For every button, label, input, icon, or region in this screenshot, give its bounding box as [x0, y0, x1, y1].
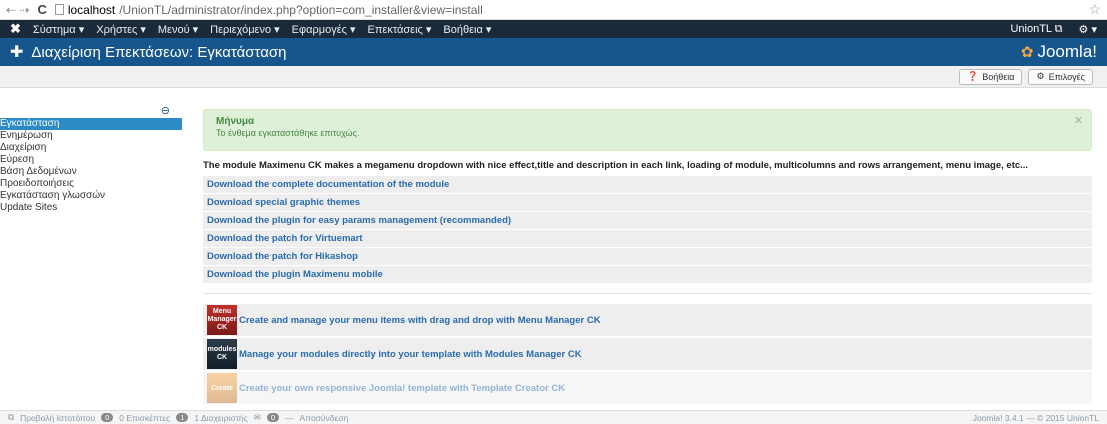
logout-link[interactable]: Αποσύνδεση — [300, 413, 349, 423]
menu-help[interactable]: Βοήθεια ▾ — [443, 23, 491, 36]
joomla-logo-icon[interactable]: ✖ — [10, 21, 21, 37]
admins-badge: 1 — [176, 413, 189, 422]
alert-message: Το ένθεμα εγκαταστάθηκε επιτυχώς. — [216, 128, 360, 138]
link-row: Download the complete documentation of t… — [203, 176, 1092, 193]
sidebar-item-install-languages[interactable]: Εγκατάσταση γλωσσών — [0, 190, 182, 202]
help-button-label: Βοήθεια — [982, 71, 1015, 82]
view-site-link[interactable]: Προβολή Ιστοτόπου — [20, 413, 95, 423]
joomla-brand-logo: ✿ Joomla! — [1021, 42, 1097, 62]
back-forward-icon[interactable]: ⇠ ⇢ — [6, 3, 29, 17]
menu-menus[interactable]: Μενού ▾ — [158, 23, 198, 36]
promo-menu-manager: Menu Manager CK Create and manage your m… — [203, 304, 1092, 336]
template-creator-ck-thumbnail[interactable]: Create — [207, 373, 237, 403]
reload-icon[interactable]: C — [37, 2, 46, 17]
sidebar-item-discover[interactable]: Εύρεση — [0, 154, 182, 166]
visitors-label: 0 Επισκέπτες — [119, 412, 171, 423]
status-bar: ⧉ Προβολή Ιστοτόπου 0 0 Επισκέπτες 1 1 Δ… — [0, 410, 1107, 424]
content: ✕ Μήνυμα Το ένθεμα εγκαταστάθηκε επιτυχώ… — [203, 104, 1092, 406]
sidebar: ⊖ Εγκατάσταση Ενημέρωση Διαχείριση Εύρεσ… — [0, 104, 182, 214]
link-row: Download special graphic themes — [203, 194, 1092, 211]
download-virtuemart-patch-link[interactable]: Download the patch for Virtuemart — [207, 233, 363, 244]
bookmark-star-icon[interactable]: ☆ — [1088, 1, 1101, 18]
menu-manager-ck-thumbnail[interactable]: Menu Manager CK — [207, 305, 237, 335]
download-hikashop-patch-link[interactable]: Download the patch for Hikashop — [207, 251, 358, 262]
url-host: localhost — [67, 2, 116, 17]
download-themes-link[interactable]: Download special graphic themes — [207, 197, 360, 208]
download-params-plugin-link[interactable]: Download the plugin for easy params mana… — [207, 215, 511, 226]
help-button[interactable]: ❓ Βοήθεια — [959, 68, 1023, 85]
alert-heading: Μήνυμα — [216, 116, 255, 127]
link-row: Download the patch for Hikashop — [203, 248, 1092, 265]
site-link[interactable]: UnionTL ⧉ — [1010, 23, 1062, 36]
options-button-label: Επιλογές — [1048, 71, 1085, 82]
sidebar-item-update[interactable]: Ενημέρωση — [0, 130, 182, 142]
browser-address-bar: ⇠ ⇢ C localhost/UnionTL/administrator/in… — [0, 0, 1107, 20]
url-path: /UnionTL/administrator/index.php?option=… — [119, 2, 483, 17]
navbar-right: UnionTL ⧉ ⚙ ▾ — [1010, 23, 1097, 36]
promo-template-creator: Create Create your own responsive Joomla… — [203, 372, 1092, 404]
divider — [203, 293, 1092, 294]
download-doc-link[interactable]: Download the complete documentation of t… — [207, 179, 449, 190]
success-alert: ✕ Μήνυμα Το ένθεμα εγκαταστάθηκε επιτυχώ… — [203, 109, 1092, 151]
menu-users[interactable]: Χρήστες ▾ — [96, 23, 146, 36]
brand-text: Joomla! — [1037, 42, 1097, 61]
url-field[interactable]: localhost/UnionTL/administrator/index.ph… — [54, 2, 483, 17]
options-button[interactable]: ⚙ Επιλογές — [1028, 68, 1093, 85]
gear-icon[interactable]: ⚙ ▾ — [1079, 23, 1097, 36]
menu-system[interactable]: Σύστημα ▾ — [33, 23, 84, 36]
modules-manager-link[interactable]: Manage your modules directly into your t… — [239, 349, 582, 360]
page-header: ✚ Διαχείριση Επεκτάσεων: Εγκατάσταση ✿ J… — [0, 38, 1107, 66]
download-mobile-plugin-link[interactable]: Download the plugin Maximenu mobile — [207, 269, 383, 280]
external-link-icon: ⧉ — [8, 412, 15, 422]
link-row: Download the plugin for easy params mana… — [203, 212, 1092, 229]
download-links: Download the complete documentation of t… — [203, 176, 1092, 283]
toolbar: ❓ Βοήθεια ⚙ Επιλογές — [0, 66, 1107, 88]
main-menu: Σύστημα ▾ Χρήστες ▾ Μενού ▾ Περιεχόμενο … — [33, 23, 491, 36]
link-row: Download the plugin Maximenu mobile — [203, 266, 1092, 283]
main-area: ⊖ Εγκατάσταση Ενημέρωση Διαχείριση Εύρεσ… — [0, 104, 1107, 410]
visitors-badge: 0 — [101, 413, 114, 422]
modules-manager-ck-thumbnail[interactable]: modules CK — [207, 339, 237, 369]
version-text: Joomla! 3.4.1 — © 2015 UnionTL — [972, 412, 1099, 423]
link-row: Download the patch for Virtuemart — [203, 230, 1092, 247]
thumb-text: Menu Manager CK — [207, 308, 237, 331]
menu-manager-link[interactable]: Create and manage your menu items with d… — [239, 315, 601, 326]
page-icon — [54, 4, 64, 15]
sidebar-item-update-sites[interactable]: Update Sites — [0, 202, 182, 214]
sidebar-item-manage[interactable]: Διαχείριση — [0, 142, 182, 154]
template-creator-link[interactable]: Create your own responsive Joomla! templ… — [239, 383, 565, 394]
sidebar-item-database[interactable]: Βάση Δεδομένων — [0, 166, 182, 178]
admins-label: 1 Διαχειριστής — [194, 412, 248, 423]
module-description: The module Maximenu CK makes a megamenu … — [203, 160, 1029, 171]
thumb-text: Create — [211, 384, 233, 392]
menu-components[interactable]: Εφαρμογές ▾ — [292, 23, 356, 36]
close-icon[interactable]: ✕ — [1074, 114, 1083, 127]
promo-modules-manager: modules CK Manage your modules directly … — [203, 338, 1092, 370]
sidebar-collapse-icon[interactable]: ⊖ — [0, 104, 182, 118]
puzzle-icon: ✚ — [10, 44, 24, 61]
minus-icon: — — [285, 412, 294, 423]
joomla-flower-icon: ✿ — [1020, 44, 1034, 61]
menu-content[interactable]: Περιεχόμενο ▾ — [210, 23, 280, 36]
page-title: Διαχείριση Επεκτάσεων: Εγκατάσταση — [31, 43, 287, 61]
question-icon: ❓ — [967, 71, 979, 81]
thumb-text: modules CK — [207, 346, 237, 361]
sidebar-item-warnings[interactable]: Προειδοποιήσεις — [0, 178, 182, 190]
top-navbar: ✖ Σύστημα ▾ Χρήστες ▾ Μενού ▾ Περιεχόμεν… — [0, 20, 1107, 38]
sidebar-item-install[interactable]: Εγκατάσταση — [0, 118, 182, 130]
envelope-icon: ✉ — [253, 412, 261, 422]
gear-icon: ⚙ — [1036, 71, 1045, 81]
messages-badge: 0 — [266, 413, 280, 422]
menu-extensions[interactable]: Επεκτάσεις ▾ — [368, 23, 432, 36]
